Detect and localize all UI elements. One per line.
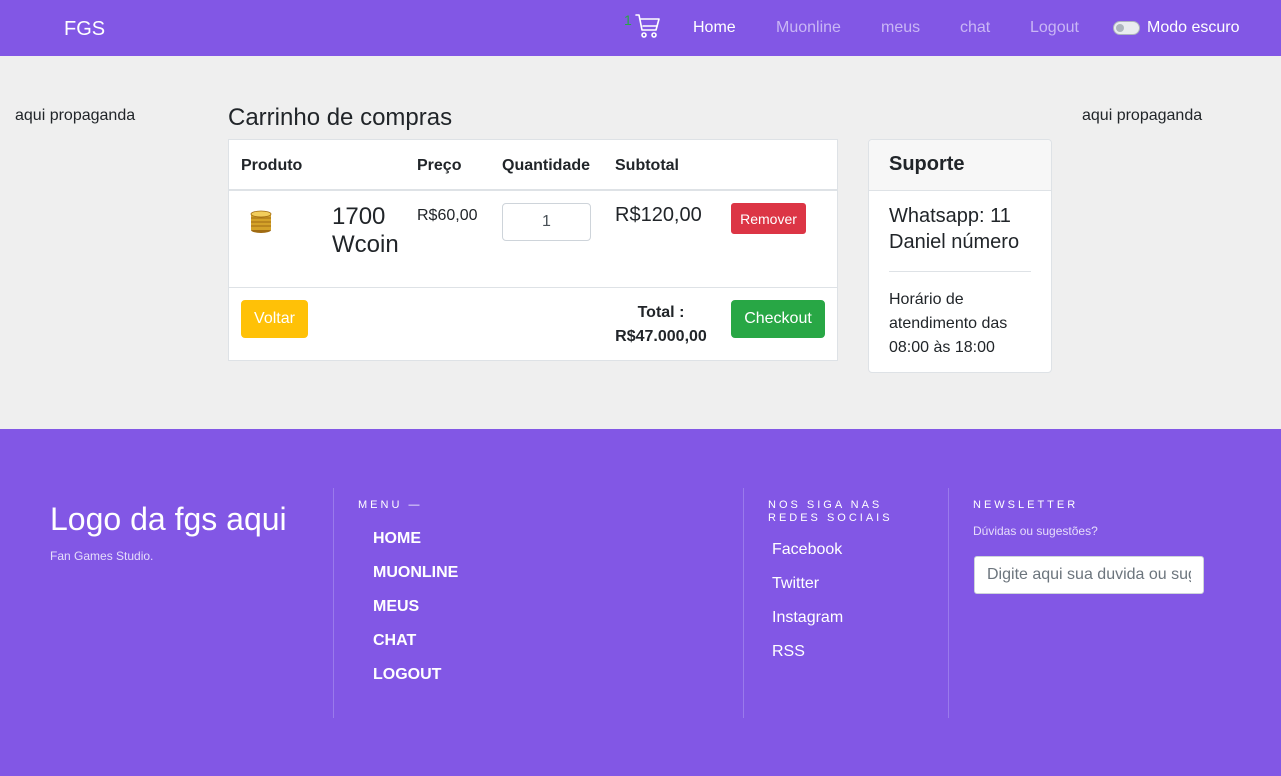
footer-divider <box>743 488 744 718</box>
navbar: FGS 1 Home Muonline meus chat Logout Mod… <box>0 0 1281 56</box>
footer-menu-logout[interactable]: LOGOUT <box>373 666 441 684</box>
support-whatsapp: Whatsapp: 11 Daniel número <box>889 205 1020 253</box>
checkout-button[interactable]: Checkout <box>731 300 825 338</box>
social-facebook[interactable]: Facebook <box>772 541 842 559</box>
footer-menu-muonline[interactable]: MUONLINE <box>373 564 458 582</box>
header-divider <box>229 189 837 191</box>
social-rss[interactable]: RSS <box>772 643 805 661</box>
support-hours: Horário de atendimento das 08:00 às 18:0… <box>889 291 1008 356</box>
cart-count-badge: 1 <box>624 12 632 28</box>
support-title: Suporte <box>889 153 965 175</box>
product-price: R$60,00 <box>417 207 478 224</box>
footer: Logo da fgs aqui Fan Games Studio. MENU … <box>0 429 1281 776</box>
footer-newsletter-heading: NEWSLETTER <box>973 499 1079 511</box>
product-subtotal: R$120,00 <box>615 204 702 226</box>
footer-menu-chat[interactable]: CHAT <box>373 632 416 650</box>
total-label: Total : <box>637 304 685 321</box>
cart-title: Carrinho de compras <box>228 104 453 131</box>
footer-menu-heading: MENU — <box>358 499 423 511</box>
footer-tagline: Fan Games Studio. <box>50 549 154 563</box>
footer-menu-home[interactable]: HOME <box>373 530 421 548</box>
support-divider <box>889 271 1031 272</box>
total-value: R$47.000,00 <box>615 328 707 345</box>
header-produto: Produto <box>241 157 303 174</box>
dark-mode-toggle[interactable] <box>1113 21 1140 35</box>
ad-right: aqui propaganda <box>1082 107 1203 124</box>
support-card: Suporte Whatsapp: 11 Daniel número Horár… <box>868 139 1052 373</box>
footer-divider <box>948 488 949 718</box>
ad-left: aqui propaganda <box>15 107 136 124</box>
toggle-knob <box>1116 24 1124 32</box>
header-preco: Preço <box>417 157 462 174</box>
social-instagram[interactable]: Instagram <box>772 609 843 627</box>
nav-link-meus[interactable]: meus <box>881 19 920 37</box>
header-quantidade: Quantidade <box>502 157 591 174</box>
quantity-input[interactable] <box>502 203 591 241</box>
footer-social-heading: NOS SIGA NAS REDES SOCIAIS <box>768 499 893 524</box>
cart-icon <box>635 14 660 38</box>
nav-link-chat[interactable]: chat <box>960 19 990 37</box>
nav-link-home[interactable]: Home <box>693 19 736 37</box>
header-subtotal: Subtotal <box>615 157 679 174</box>
nav-link-logout[interactable]: Logout <box>1030 19 1079 37</box>
coins-icon <box>250 210 272 233</box>
dark-mode-label[interactable]: Modo escuro <box>1147 19 1240 37</box>
newsletter-input[interactable] <box>974 556 1204 594</box>
cart-table: Produto Preço Quantidade Subtotal 1700 W… <box>228 139 838 361</box>
footer-logo: Logo da fgs aqui <box>50 501 287 537</box>
product-name: 1700 Wcoin <box>332 203 399 258</box>
cart-total: Total : R$47.000,00 <box>605 301 717 349</box>
social-twitter[interactable]: Twitter <box>772 575 819 593</box>
footer-divider <box>333 488 334 718</box>
cart-button[interactable]: 1 <box>624 10 664 42</box>
remove-button[interactable]: Remover <box>731 203 806 234</box>
nav-link-muonline[interactable]: Muonline <box>776 19 841 37</box>
back-button[interactable]: Voltar <box>241 300 308 338</box>
brand-logo[interactable]: FGS <box>64 18 105 41</box>
footer-menu-meus[interactable]: MEUS <box>373 598 419 616</box>
support-header: Suporte <box>869 140 1051 191</box>
row-divider <box>229 287 837 288</box>
newsletter-subtitle: Dúvidas ou sugestões? <box>973 524 1098 538</box>
